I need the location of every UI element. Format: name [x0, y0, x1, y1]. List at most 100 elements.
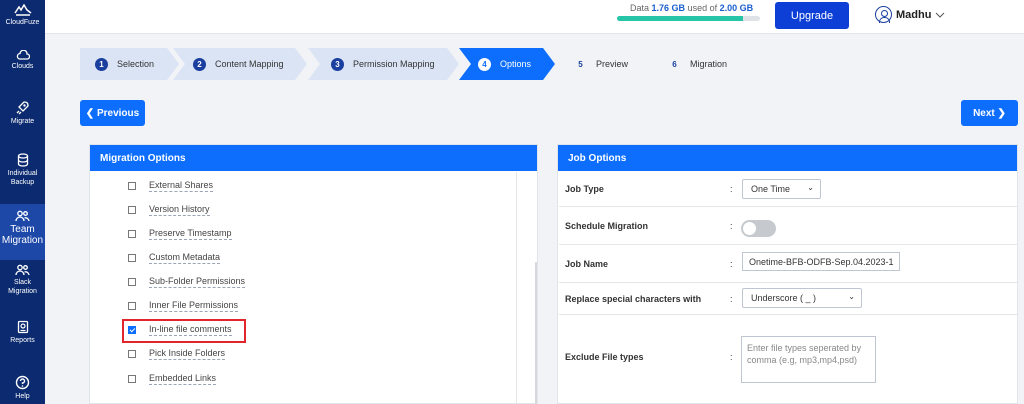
- cloudfuze-logo-icon: [13, 4, 31, 16]
- data-total: 2.00 GB: [719, 3, 754, 13]
- option-label: Version History: [149, 204, 210, 216]
- step-number: 2: [193, 58, 206, 71]
- team-icon: [15, 210, 30, 222]
- option-label: Preserve Timestamp: [149, 228, 232, 240]
- step-permission-mapping[interactable]: 3 Permission Mapping: [308, 48, 459, 80]
- toggle-knob: [743, 222, 756, 235]
- sidebar-item-label: Clouds: [11, 63, 34, 70]
- slack-team-icon: [15, 264, 30, 276]
- sidebar-item-clouds[interactable]: Clouds: [0, 50, 45, 71]
- colon-separator: :: [730, 221, 733, 231]
- checkbox[interactable]: [128, 278, 136, 286]
- exclude-file-types-label: Exclude File types: [565, 352, 644, 362]
- sidebar-item-label: Slack Migration: [8, 279, 37, 295]
- sidebar-item-slack-migration[interactable]: Slack Migration: [0, 264, 45, 296]
- checkbox[interactable]: [128, 206, 136, 214]
- chevron-left-icon: ❮: [85, 107, 95, 119]
- user-avatar-icon: [875, 6, 892, 23]
- sidebar-item-label: Migrate: [10, 118, 35, 125]
- step-label: Selection: [117, 59, 155, 69]
- step-number: 5: [578, 59, 583, 69]
- replace-characters-select[interactable]: Underscore ( _ ) ⌄: [742, 288, 862, 308]
- step-label: Options: [500, 59, 532, 69]
- data-usage-text: Data 1.76 GB used of 2.00 GB: [630, 3, 753, 13]
- step-migration[interactable]: 6 Migration: [650, 48, 757, 80]
- report-icon: [17, 320, 28, 334]
- previous-label: Previous: [96, 107, 140, 119]
- data-used: 1.76 GB: [651, 3, 686, 13]
- schedule-toggle[interactable]: [741, 220, 776, 237]
- step-label: Migration: [690, 59, 728, 69]
- colon-separator: :: [730, 352, 733, 362]
- step-preview[interactable]: 5 Preview: [556, 48, 650, 80]
- chevron-right-icon: ❯: [997, 107, 1006, 119]
- checkbox[interactable]: [128, 254, 136, 262]
- sidebar-item-label: Reports: [10, 337, 35, 344]
- checkbox[interactable]: [128, 302, 136, 310]
- step-selection[interactable]: 1 Selection: [80, 48, 179, 80]
- previous-button[interactable]: ❮ Previous: [80, 100, 145, 126]
- data-usage-fill: [617, 16, 743, 21]
- upgrade-button[interactable]: Upgrade: [775, 2, 849, 29]
- sidebar-item-individual-backup[interactable]: Individual Backup: [0, 153, 45, 187]
- database-icon: [17, 153, 28, 167]
- checkbox[interactable]: [128, 230, 136, 238]
- step-label: Preview: [596, 59, 629, 69]
- step-number: 1: [95, 58, 108, 71]
- sidebar-item-reports[interactable]: Reports: [0, 320, 45, 345]
- option-custom-metadata[interactable]: Custom Metadata: [128, 252, 221, 264]
- sidebar-item-label: Individual Backup: [7, 170, 38, 186]
- option-preserve-timestamp[interactable]: Preserve Timestamp: [128, 228, 232, 240]
- job-name-label: Job Name: [565, 259, 609, 269]
- chevron-down-icon: ⌄: [848, 292, 855, 301]
- job-name-input[interactable]: Onetime-BFB-ODFB-Sep.04.2023-1: [742, 252, 900, 271]
- options-list-divider: [516, 172, 517, 404]
- wizard-stepper: 1 Selection 2 Content Mapping 3 Permissi…: [80, 48, 760, 80]
- replace-characters-value: Underscore ( _ ): [751, 293, 817, 303]
- brand-name: CloudFuze: [5, 19, 40, 26]
- next-button[interactable]: Next ❯: [961, 100, 1018, 126]
- job-options-title: Job Options: [558, 145, 1017, 171]
- step-label: Content Mapping: [215, 59, 284, 69]
- sidebar-item-team-migration[interactable]: Team Migration: [0, 204, 45, 260]
- colon-separator: :: [730, 259, 733, 269]
- option-label: Embedded Links: [149, 373, 217, 385]
- job-type-select[interactable]: One Time ⌄: [742, 179, 821, 199]
- exclude-file-types-input[interactable]: Enter file types seperated by comma (e.g…: [741, 336, 876, 383]
- sidebar-item-label: Team Migration: [1, 224, 44, 246]
- checkbox[interactable]: [128, 182, 136, 190]
- option-version-history[interactable]: Version History: [128, 204, 210, 216]
- option-sub-folder-permissions[interactable]: Sub-Folder Permissions: [128, 276, 246, 288]
- option-label: External Shares: [149, 180, 214, 192]
- colon-separator: :: [730, 294, 733, 304]
- step-options[interactable]: 4 Options: [459, 48, 555, 80]
- step-number: 4: [478, 58, 491, 71]
- replace-characters-label: Replace special characters with: [565, 294, 702, 304]
- chevron-down-icon: [936, 12, 945, 18]
- data-mid: used of: [687, 3, 718, 13]
- colon-separator: :: [730, 184, 733, 194]
- sidebar-item-label: Help: [15, 393, 30, 400]
- option-inner-file-permissions[interactable]: Inner File Permissions: [128, 300, 239, 312]
- step-number: 3: [331, 58, 344, 71]
- checkbox[interactable]: [128, 375, 136, 383]
- migration-options-title: Migration Options: [90, 145, 537, 171]
- option-pick-inside-folders[interactable]: Pick Inside Folders: [128, 348, 226, 360]
- option-embedded-links[interactable]: Embedded Links: [128, 373, 217, 385]
- cloud-icon: [16, 50, 30, 60]
- sidebar: CloudFuze Clouds Migrate Individual Back…: [0, 0, 45, 404]
- checkbox[interactable]: [128, 350, 136, 358]
- option-label: Sub-Folder Permissions: [149, 276, 246, 288]
- rocket-icon: [16, 101, 29, 115]
- option-label: Pick Inside Folders: [149, 348, 226, 360]
- sidebar-item-help[interactable]: Help: [0, 375, 45, 401]
- options-scrollbar[interactable]: [535, 262, 537, 404]
- brand-logo[interactable]: CloudFuze: [0, 4, 45, 27]
- chevron-down-icon: ⌄: [807, 183, 814, 192]
- option-external-shares[interactable]: External Shares: [128, 180, 214, 192]
- sidebar-item-migrate[interactable]: Migrate: [0, 100, 45, 126]
- next-label: Next: [973, 107, 995, 119]
- step-label: Permission Mapping: [353, 59, 435, 69]
- user-menu[interactable]: Madhu: [875, 6, 945, 23]
- step-content-mapping[interactable]: 2 Content Mapping: [173, 48, 307, 80]
